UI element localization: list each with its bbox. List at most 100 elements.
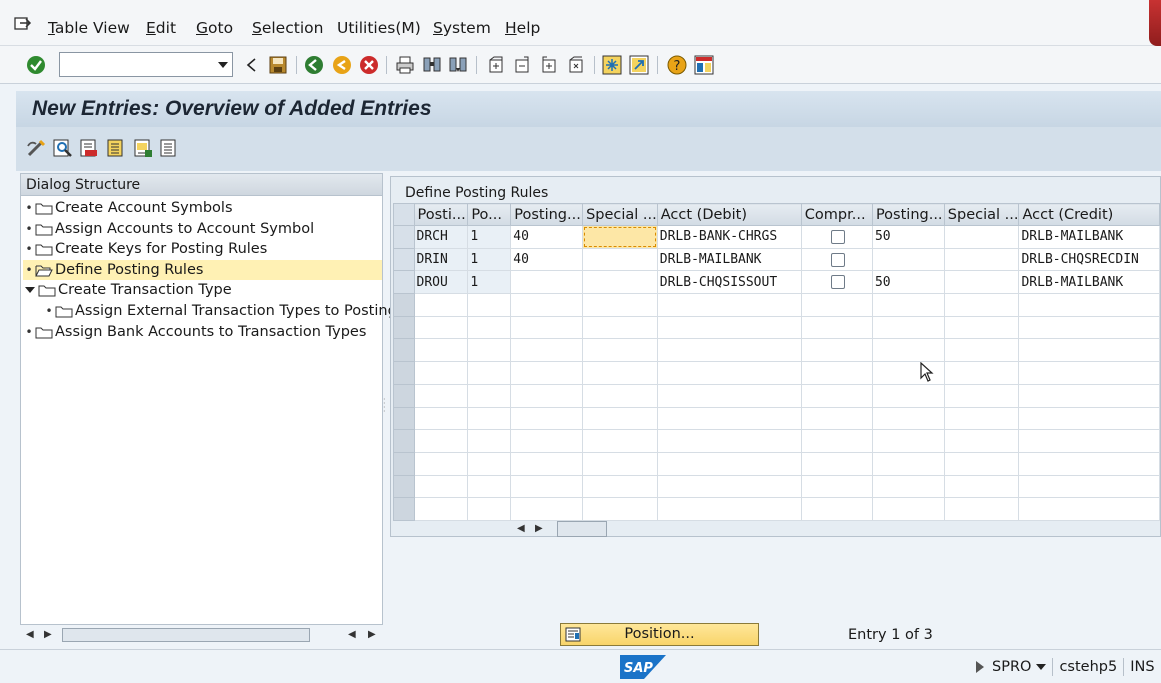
- table-cell[interactable]: [413, 338, 469, 363]
- table-cell[interactable]: [467, 451, 512, 476]
- scroll-right-icon[interactable]: ▶: [535, 523, 543, 534]
- table-cell[interactable]: [413, 361, 469, 385]
- table-cell[interactable]: [656, 451, 802, 476]
- table-cell[interactable]: [1018, 406, 1160, 431]
- table-cell[interactable]: 50: [871, 270, 945, 295]
- table-cell[interactable]: [467, 293, 512, 317]
- table-cell[interactable]: [510, 451, 584, 476]
- exit-icon[interactable]: [331, 54, 353, 76]
- table-cell[interactable]: [800, 383, 873, 408]
- table-cell[interactable]: [871, 474, 945, 499]
- table-cell[interactable]: [413, 315, 469, 340]
- select-all-column[interactable]: [393, 203, 415, 226]
- table-cell[interactable]: [800, 497, 873, 521]
- delete-icon[interactable]: [78, 137, 100, 159]
- table-cell-checkbox[interactable]: [800, 225, 873, 249]
- menu-goto[interactable]: Goto: [196, 19, 233, 37]
- table-cell[interactable]: [510, 406, 584, 431]
- table-cell[interactable]: [467, 315, 512, 340]
- table-cell[interactable]: [656, 315, 802, 340]
- table-horizontal-scrollbar[interactable]: ◀ ▶: [517, 521, 647, 537]
- table-cell[interactable]: [943, 429, 1020, 453]
- input-mode[interactable]: INS: [1130, 659, 1154, 675]
- table-cell[interactable]: [582, 406, 658, 431]
- row-selector[interactable]: [393, 451, 415, 476]
- table-cell[interactable]: [656, 474, 802, 499]
- table-cell[interactable]: [656, 383, 802, 408]
- menu-edit[interactable]: Edit: [146, 19, 176, 37]
- table-cell[interactable]: [510, 315, 584, 340]
- table-cell[interactable]: [800, 338, 873, 363]
- table-cell[interactable]: DRLB-MAILBANK: [1018, 225, 1160, 249]
- table-cell[interactable]: [871, 338, 945, 363]
- table-cell[interactable]: [413, 429, 469, 453]
- table-cell[interactable]: [582, 338, 658, 363]
- table-cell[interactable]: [871, 383, 945, 408]
- scroll-left-icon[interactable]: ◀: [517, 523, 525, 534]
- create-session-icon[interactable]: [601, 54, 623, 76]
- tree-node-assign-bank-accounts[interactable]: • Assign Bank Accounts to Transaction Ty…: [23, 322, 366, 342]
- table-cell[interactable]: [582, 497, 658, 521]
- table-cell[interactable]: [582, 474, 658, 499]
- scroll-right-icon[interactable]: ▶: [44, 629, 52, 640]
- row-selector[interactable]: [393, 293, 415, 317]
- table-cell[interactable]: [467, 406, 512, 431]
- table-cell[interactable]: [656, 429, 802, 453]
- table-cell[interactable]: [943, 497, 1020, 521]
- row-selector[interactable]: [393, 497, 415, 521]
- table-cell[interactable]: [800, 406, 873, 431]
- display-change-icon[interactable]: [25, 137, 47, 159]
- scroll-thumb[interactable]: [62, 628, 310, 642]
- table-cell[interactable]: [582, 451, 658, 476]
- save-icon[interactable]: [267, 54, 289, 76]
- table-cell[interactable]: [800, 361, 873, 385]
- table-cell[interactable]: [943, 225, 1020, 249]
- status-toggle-icon[interactable]: [976, 661, 984, 673]
- table-cell[interactable]: [582, 383, 658, 408]
- tree-node-assign-accounts[interactable]: • Assign Accounts to Account Symbol: [23, 219, 314, 239]
- table-cell[interactable]: [871, 497, 945, 521]
- menu-selection[interactable]: Selection: [252, 19, 323, 37]
- table-cell-checkbox[interactable]: [800, 270, 873, 295]
- cancel-icon[interactable]: [358, 54, 380, 76]
- row-selector[interactable]: [393, 429, 415, 453]
- tree-node-create-transaction-type[interactable]: Create Transaction Type: [23, 280, 232, 300]
- table-cell-checkbox[interactable]: [800, 247, 873, 272]
- table-cell[interactable]: [413, 474, 469, 499]
- table-cell[interactable]: [800, 474, 873, 499]
- table-cell[interactable]: [800, 315, 873, 340]
- table-cell[interactable]: [467, 429, 512, 453]
- table-cell[interactable]: [1018, 451, 1160, 476]
- previous-page-icon[interactable]: [511, 54, 533, 76]
- command-input[interactable]: [62, 54, 212, 75]
- table-cell[interactable]: [413, 383, 469, 408]
- scroll-thumb[interactable]: [557, 521, 607, 537]
- table-cell[interactable]: [871, 429, 945, 453]
- table-cell[interactable]: [1018, 429, 1160, 453]
- table-cell[interactable]: [1018, 361, 1160, 385]
- find-next-icon[interactable]: [447, 54, 469, 76]
- layout-icon[interactable]: [693, 54, 715, 76]
- table-cell[interactable]: [800, 451, 873, 476]
- table-cell[interactable]: DRLB-MAILBANK: [656, 247, 802, 272]
- table-cell[interactable]: [510, 497, 584, 521]
- tree-node-create-keys[interactable]: • Create Keys for Posting Rules: [23, 239, 267, 259]
- first-page-icon[interactable]: [485, 54, 507, 76]
- column-header[interactable]: Posti...: [413, 203, 469, 226]
- column-header[interactable]: Special ...: [943, 203, 1020, 226]
- table-cell[interactable]: DRLB-BANK-CHRGS: [656, 225, 802, 249]
- table-cell[interactable]: [1018, 315, 1160, 340]
- table-cell[interactable]: [943, 361, 1020, 385]
- table-cell[interactable]: [467, 497, 512, 521]
- position-button[interactable]: Position...: [560, 623, 759, 646]
- find-icon[interactable]: [421, 54, 443, 76]
- row-selector[interactable]: [393, 338, 415, 363]
- table-cell[interactable]: [871, 406, 945, 431]
- table-cell[interactable]: [467, 474, 512, 499]
- table-cell[interactable]: [510, 293, 584, 317]
- table-cell[interactable]: [413, 293, 469, 317]
- tree-node-create-account-symbols[interactable]: • Create Account Symbols: [23, 198, 232, 218]
- row-selector[interactable]: [393, 247, 415, 272]
- menu-utilities[interactable]: Utilities(M): [337, 19, 421, 37]
- checkbox[interactable]: [830, 229, 845, 244]
